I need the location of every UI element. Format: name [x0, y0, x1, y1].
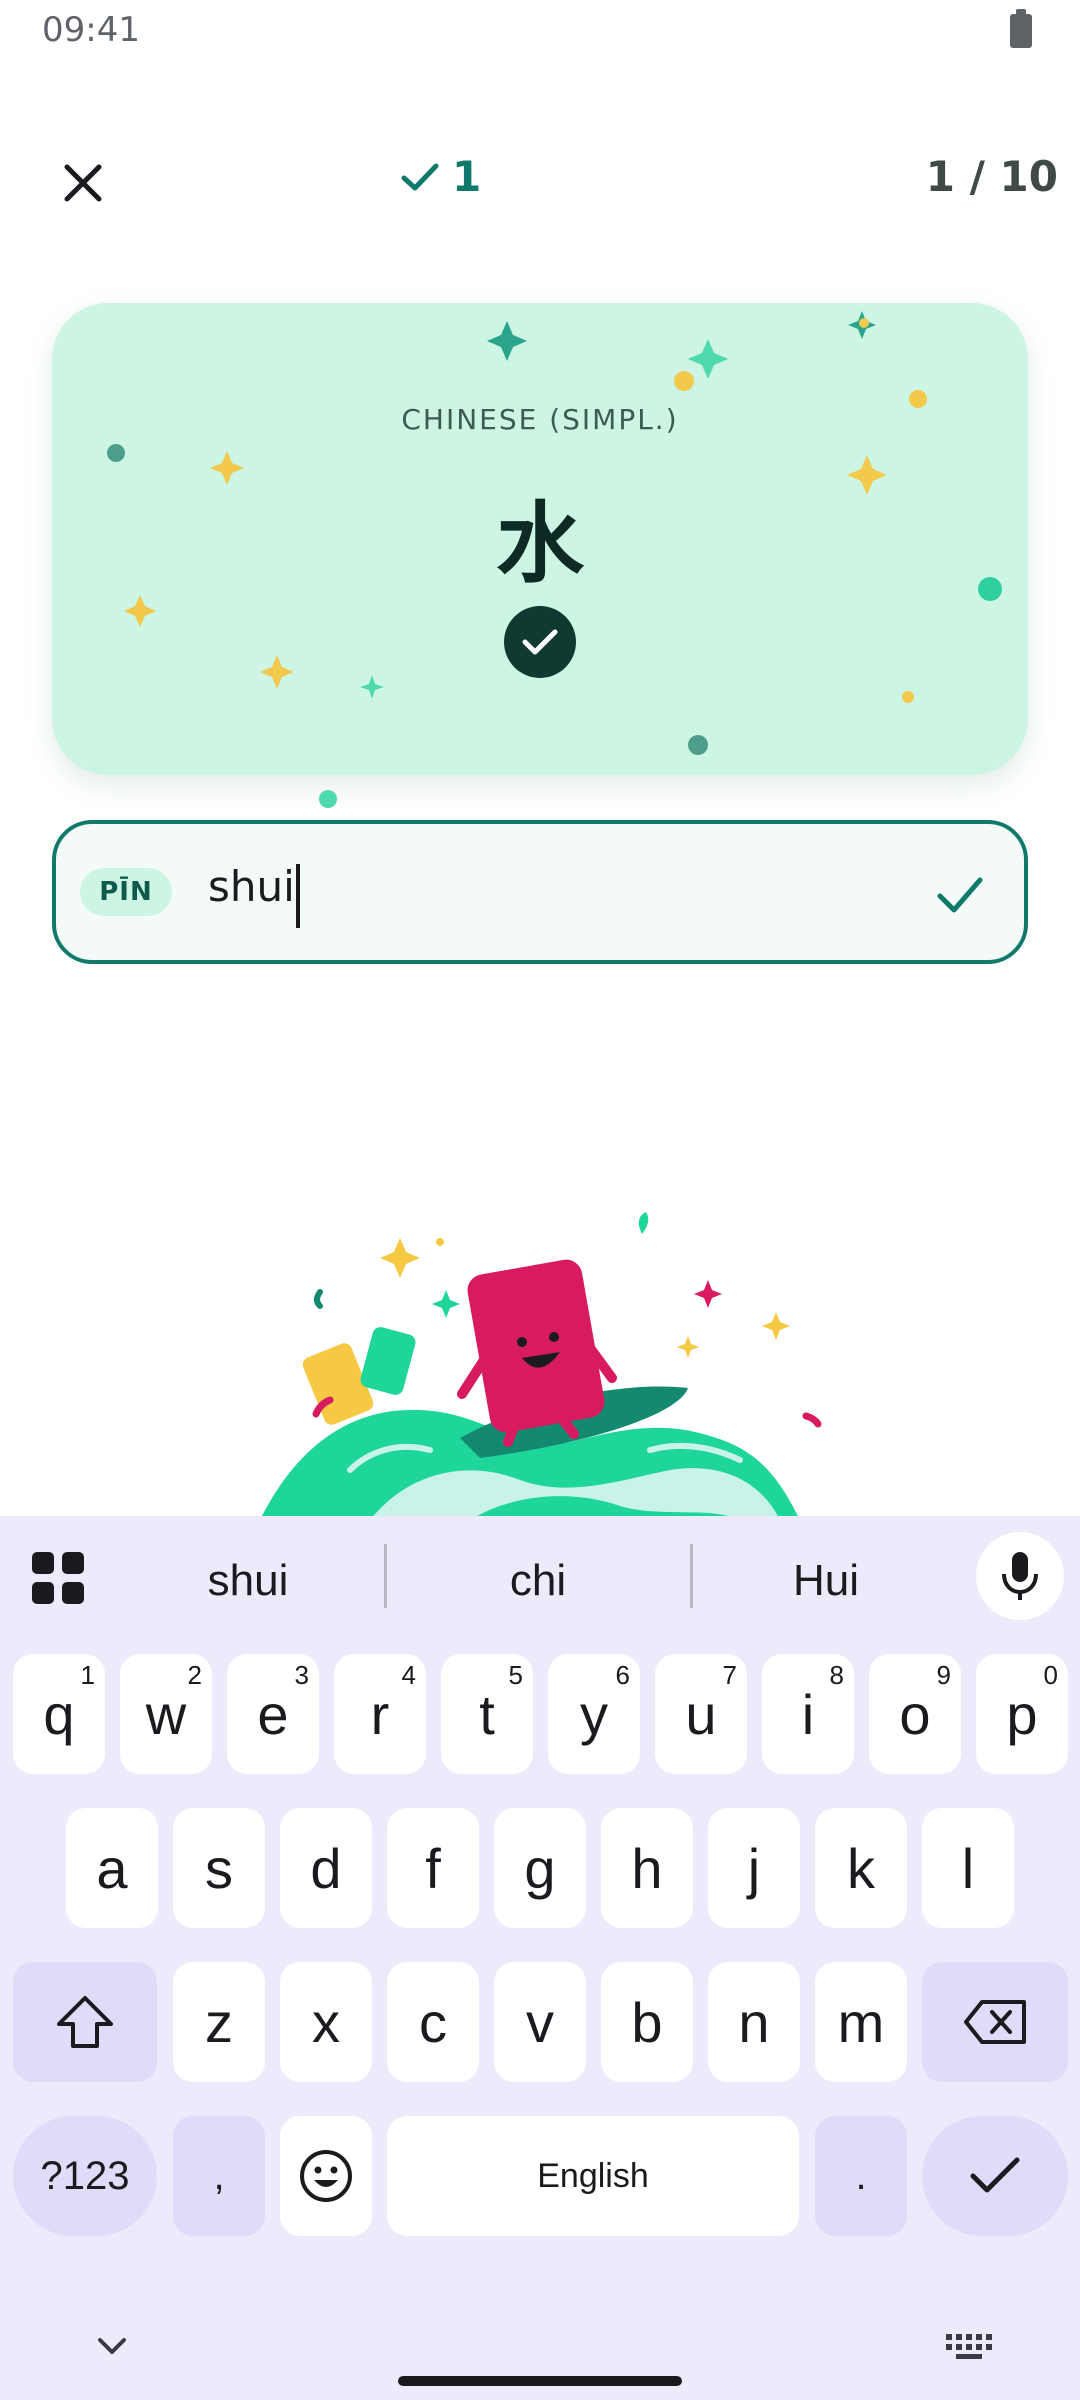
period-key[interactable]: . — [815, 2116, 907, 2236]
key-c[interactable]: c — [387, 1962, 479, 2082]
status-time: 09:41 — [42, 10, 140, 50]
key-s[interactable]: s — [173, 1808, 265, 1928]
key-hint: 6 — [615, 1660, 630, 1690]
suggestion-1[interactable]: shui — [108, 1546, 388, 1616]
emoji-icon — [300, 2150, 352, 2202]
keyboard-icon[interactable] — [944, 2330, 994, 2362]
key-w[interactable]: w2 — [120, 1654, 212, 1774]
check-icon — [970, 2157, 1020, 2193]
key-g[interactable]: g — [494, 1808, 586, 1928]
key-j[interactable]: j — [708, 1808, 800, 1928]
card-character: 水 — [495, 492, 584, 595]
key-hint: 4 — [401, 1660, 416, 1690]
microphone-icon — [1002, 1552, 1038, 1600]
key-m[interactable]: m — [815, 1962, 907, 2082]
key-o[interactable]: o9 — [869, 1654, 961, 1774]
key-a[interactable]: a — [66, 1808, 158, 1928]
chevron-down-icon[interactable] — [92, 2332, 132, 2362]
key-label: i — [801, 1682, 815, 1746]
key-hint: 3 — [294, 1660, 309, 1690]
text-caret — [296, 864, 300, 928]
key-x[interactable]: x — [280, 1962, 372, 2082]
battery-icon — [1010, 9, 1032, 48]
key-label: q — [43, 1682, 75, 1746]
home-indicator[interactable] — [398, 2376, 682, 2386]
lesson-header: 1 1 / 10 — [0, 130, 1080, 230]
key-label: t — [479, 1682, 495, 1746]
backspace-icon — [964, 2000, 1026, 2044]
key-label: p — [1006, 1682, 1038, 1746]
correct-count-value: 1 — [452, 152, 482, 201]
key-label: y — [580, 1682, 608, 1746]
key-z[interactable]: z — [173, 1962, 265, 2082]
status-bar: 09:41 — [0, 0, 1080, 60]
key-hint: 2 — [187, 1660, 202, 1690]
key-hint: 9 — [936, 1660, 951, 1690]
enter-key[interactable] — [922, 2116, 1068, 2236]
pinyin-chip: PĪN — [80, 868, 172, 916]
backspace-key[interactable] — [922, 1962, 1068, 2082]
key-t[interactable]: t5 — [441, 1654, 533, 1774]
check-icon — [937, 877, 983, 913]
key-f[interactable]: f — [387, 1808, 479, 1928]
key-v[interactable]: v — [494, 1962, 586, 2082]
space-key[interactable]: English — [387, 2116, 799, 2236]
answer-input[interactable]: PĪN shui — [52, 820, 1028, 964]
key-u[interactable]: u7 — [655, 1654, 747, 1774]
key-label: o — [899, 1682, 931, 1746]
key-hint: 5 — [508, 1660, 523, 1690]
comma-key[interactable]: , — [173, 2116, 265, 2236]
key-b[interactable]: b — [601, 1962, 693, 2082]
emoji-key[interactable] — [280, 2116, 372, 2236]
check-circle-icon — [504, 606, 576, 678]
close-icon — [64, 164, 102, 202]
symbols-key[interactable]: ?123 — [13, 2116, 157, 2236]
suggestion-divider — [384, 1544, 387, 1608]
suggestion-strip: shui chi Hui — [0, 1516, 1080, 1636]
apps-grid-icon[interactable] — [30, 1550, 86, 1606]
surfing-card-illustration — [260, 1212, 822, 1520]
key-label: e — [257, 1682, 289, 1746]
shift-icon — [57, 1996, 113, 2048]
close-button[interactable] — [50, 150, 116, 216]
key-k[interactable]: k — [815, 1808, 907, 1928]
keyboard-nav-bar — [0, 2292, 1080, 2400]
key-label: w — [145, 1682, 187, 1746]
progress-counter: 1 / 10 — [925, 152, 1058, 201]
key-d[interactable]: d — [280, 1808, 372, 1928]
key-i[interactable]: i8 — [762, 1654, 854, 1774]
key-h[interactable]: h — [601, 1808, 693, 1928]
suggestion-2[interactable]: chi — [398, 1546, 678, 1616]
key-p[interactable]: p0 — [976, 1654, 1068, 1774]
key-label: r — [370, 1682, 390, 1746]
key-hint: 0 — [1043, 1660, 1058, 1690]
key-n[interactable]: n — [708, 1962, 800, 2082]
suggestion-3[interactable]: Hui — [686, 1546, 966, 1616]
card-language: CHINESE (SIMPL.) — [401, 403, 679, 436]
key-q[interactable]: q1 — [13, 1654, 105, 1774]
check-icon — [401, 163, 439, 190]
shift-key[interactable] — [13, 1962, 157, 2082]
key-hint: 8 — [829, 1660, 844, 1690]
answer-value: shui — [208, 862, 295, 911]
keyboard: shui chi Hui q1 w2 e3 r4 t5 y6 u7 i8 o9 … — [0, 1516, 1080, 2400]
flash-card: CHINESE (SIMPL.) 水 — [52, 303, 1028, 808]
key-e[interactable]: e3 — [227, 1654, 319, 1774]
key-hint: 7 — [722, 1660, 737, 1690]
key-hint: 1 — [80, 1660, 95, 1690]
voice-input-button[interactable] — [976, 1532, 1064, 1620]
key-r[interactable]: r4 — [334, 1654, 426, 1774]
key-y[interactable]: y6 — [548, 1654, 640, 1774]
key-l[interactable]: l — [922, 1808, 1014, 1928]
correct-count: 1 — [400, 152, 481, 201]
key-label: u — [685, 1682, 717, 1746]
